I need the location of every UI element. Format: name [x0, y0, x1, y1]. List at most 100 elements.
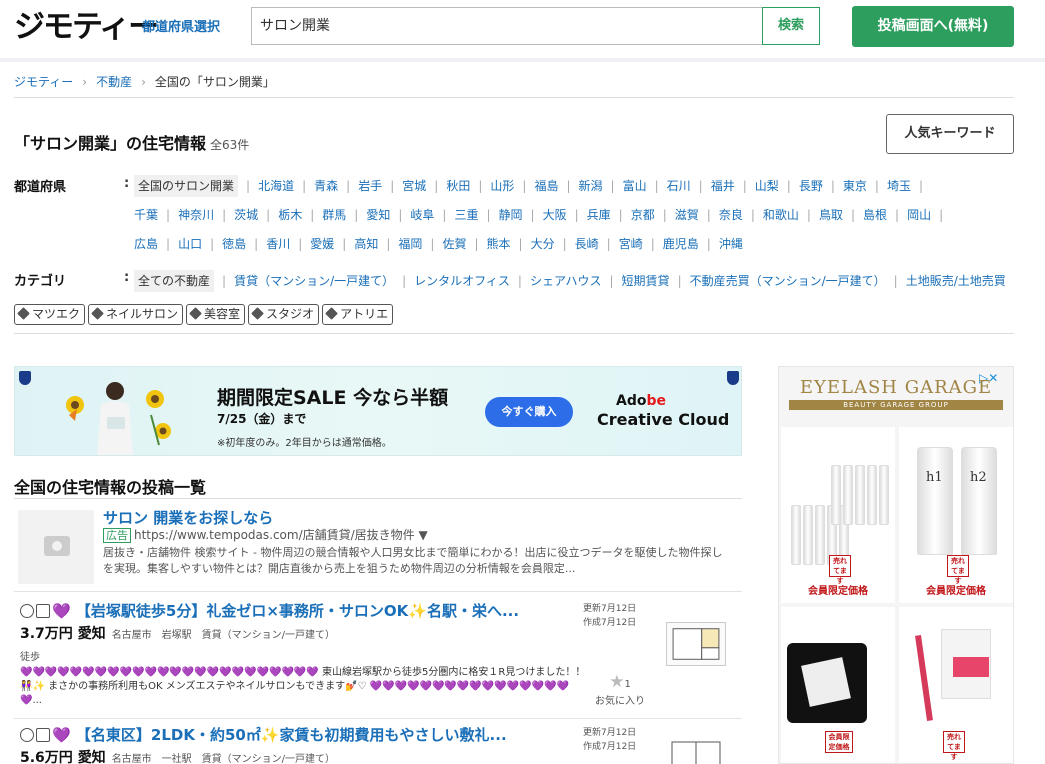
side-ad-product-1[interactable]: 売れてます 会員限定価格 [781, 427, 895, 603]
sold-badge: 売れてます [947, 555, 969, 585]
filter-link[interactable]: 千葉 [134, 208, 158, 222]
ad-listing-title[interactable]: サロン 開業をお探しなら [103, 507, 273, 528]
tag-icon [325, 307, 338, 320]
listing-item[interactable]: 💜 【岩塚駅徒歩5分】礼金ゼロ×事務所・サロンOK✨名駅・栄へ... 3.7万円… [14, 600, 742, 718]
filter-link[interactable]: 大分 [531, 237, 555, 251]
ad-headline: 期間限定SALE 今なら半額 [217, 387, 449, 409]
search-button[interactable]: 検索 [762, 7, 820, 45]
filter-link[interactable]: 三重 [454, 208, 478, 222]
tag-icon [91, 307, 104, 320]
filter-link[interactable]: 埼玉 [887, 179, 911, 193]
filter-link[interactable]: 熊本 [487, 237, 511, 251]
filter-link[interactable]: 山形 [490, 179, 514, 193]
separator: | [874, 179, 879, 193]
side-ad[interactable]: ▷✕ EYELASH GARAGE BEAUTY GARAGE GROUP 売れ… [778, 366, 1014, 764]
sold-badge: 売れてます [829, 555, 851, 585]
filter-link[interactable]: 長野 [799, 179, 823, 193]
filter-link[interactable]: 和歌山 [763, 208, 799, 222]
filter-link[interactable]: 短期賃貸 [622, 274, 670, 288]
filter-link[interactable]: 新潟 [579, 179, 603, 193]
floorplan-thumbnail[interactable] [666, 622, 726, 666]
breadcrumb-realestate[interactable]: 不動産 [96, 75, 132, 89]
popular-keywords-button[interactable]: 人気キーワード [886, 114, 1014, 154]
filter-link[interactable]: 高知 [354, 237, 378, 251]
keyword-tag[interactable]: アトリエ [322, 304, 394, 325]
filter-link[interactable]: 東京 [843, 179, 867, 193]
filter-link[interactable]: 京都 [631, 208, 655, 222]
filter-link[interactable]: 広島 [134, 237, 158, 251]
filter-link[interactable]: 岩手 [358, 179, 382, 193]
filter-link[interactable]: 山梨 [755, 179, 779, 193]
filter-link[interactable]: 香川 [266, 237, 290, 251]
filter-link[interactable]: 滋賀 [675, 208, 699, 222]
post-button[interactable]: 投稿画面へ(無料) [852, 6, 1014, 47]
banner-ad[interactable]: 期間限定SALE 今なら半額 7/25（金）まで ※初年度のみ。2年目からは通常… [14, 366, 742, 456]
filter-link[interactable]: 福岡 [398, 237, 422, 251]
filter-link[interactable]: 徳島 [222, 237, 246, 251]
breadcrumb-home[interactable]: ジモティー [14, 75, 73, 89]
filter-link[interactable]: 沖縄 [719, 237, 743, 251]
listing-title[interactable]: 💜 【名東区】2LDK・約50㎡✨家賃も初期費用もやさしい敷礼... [20, 724, 560, 745]
filter-link[interactable]: シェアハウス [530, 274, 602, 288]
filter-link[interactable]: 賃貸（マンション/一戸建て） [234, 274, 394, 288]
filter-link[interactable]: 愛媛 [310, 237, 334, 251]
prefecture-list-row-1: 全国のサロン開業 | 北海道 | 青森 | 岩手 | 宮城 | 秋田 | 山形 | 福島 | 新潟 | 富山 | 石川 |… [134, 175, 931, 197]
filter-link[interactable]: 島根 [863, 208, 887, 222]
filter-link[interactable]: 山口 [178, 237, 202, 251]
listing-item[interactable]: 💜 【名東区】2LDK・約50㎡✨家賃も初期費用もやさしい敷礼... 5.6万円… [14, 724, 742, 764]
filter-link[interactable]: 福井 [711, 179, 735, 193]
filter-link[interactable]: 茨城 [234, 208, 258, 222]
ad-brand-adobe: Adobe [616, 393, 666, 409]
listing-title[interactable]: 💜 【岩塚駅徒歩5分】礼金ゼロ×事務所・サロンOK✨名駅・栄へ... [20, 600, 560, 621]
filter-link[interactable]: 宮崎 [619, 237, 643, 251]
filter-link[interactable]: 大阪 [543, 208, 567, 222]
keyword-tag[interactable]: 美容室 [186, 304, 246, 325]
filter-link[interactable]: 神奈川 [178, 208, 214, 222]
filter-link[interactable]: 愛知 [366, 208, 390, 222]
filter-current[interactable]: 全ての不動産 [134, 270, 215, 292]
ad-listing[interactable]: サロン 開業をお探しなら 広告 https://www.tempodas.com/… [14, 505, 742, 591]
side-ad-product-3[interactable]: 会員限定価格 [781, 607, 895, 763]
divider [14, 333, 1014, 334]
keyword-tag[interactable]: スタジオ [248, 304, 320, 325]
keyword-tag[interactable]: ネイルサロン [88, 304, 184, 325]
side-ad-product-4[interactable]: 売れてます [899, 607, 1013, 763]
keyword-tag[interactable]: マツエク [14, 304, 86, 325]
search-input[interactable]: サロン開業 [251, 7, 763, 45]
filter-link[interactable]: 鹿児島 [663, 237, 699, 251]
category-list: 全ての不動産 | 賃貸（マンション/一戸建て） | レンタルオフィス | シェアハウス | 短期… [134, 270, 1006, 292]
separator: | [893, 274, 898, 288]
filter-link[interactable]: 岐阜 [410, 208, 434, 222]
keyword-tag-label: 美容室 [204, 307, 241, 321]
filter-link[interactable]: 青森 [314, 179, 338, 193]
filter-link[interactable]: 長崎 [575, 237, 599, 251]
filter-link[interactable]: 佐賀 [442, 237, 466, 251]
filter-link[interactable]: 栃木 [278, 208, 302, 222]
filter-link[interactable]: 宮城 [402, 179, 426, 193]
filter-link[interactable]: 富山 [623, 179, 647, 193]
filter-link[interactable]: 石川 [667, 179, 691, 193]
listing-walk: 徒歩 [20, 652, 40, 663]
filter-link[interactable]: 奈良 [719, 208, 743, 222]
listing-meta: 名古屋市 一社駅 賃貸（マンション/一戸建て） [111, 754, 336, 764]
filter-link[interactable]: 秋田 [446, 179, 470, 193]
side-ad-product-2[interactable]: h1 h2 売れてます 会員限定価格 [899, 427, 1013, 603]
filter-link[interactable]: 岡山 [907, 208, 931, 222]
filter-link[interactable]: 鳥取 [819, 208, 843, 222]
filter-link[interactable]: 不動産売買（マンション/一戸建て） [690, 274, 886, 288]
favorite-button[interactable]: ★1 お気に入り [594, 672, 646, 707]
filter-link[interactable]: 群馬 [322, 208, 346, 222]
filter-link[interactable]: レンタルオフィス [414, 274, 510, 288]
filter-link[interactable]: 福島 [534, 179, 558, 193]
site-logo[interactable]: ジモティー [14, 9, 159, 45]
filter-link[interactable]: 土地販売/土地売買 [906, 274, 1006, 288]
ad-buy-button[interactable]: 今すぐ購入 [485, 397, 573, 427]
filter-current[interactable]: 全国のサロン開業 [134, 175, 239, 197]
image-icon [36, 728, 50, 742]
filter-link[interactable]: 北海道 [258, 179, 294, 193]
floorplan-thumbnail[interactable] [666, 738, 726, 764]
filter-link[interactable]: 兵庫 [587, 208, 611, 222]
filter-link[interactable]: 静岡 [499, 208, 523, 222]
prefecture-select-link[interactable]: 都道府県選択 [142, 16, 220, 35]
prefecture-list-row-2: 千葉 | 神奈川 | 茨城 | 栃木 | 群馬 | 愛知 | 岐阜 | 三重 | 静岡 | 大阪 | 兵庫 | 京都 | 滋賀 |… [134, 206, 951, 223]
